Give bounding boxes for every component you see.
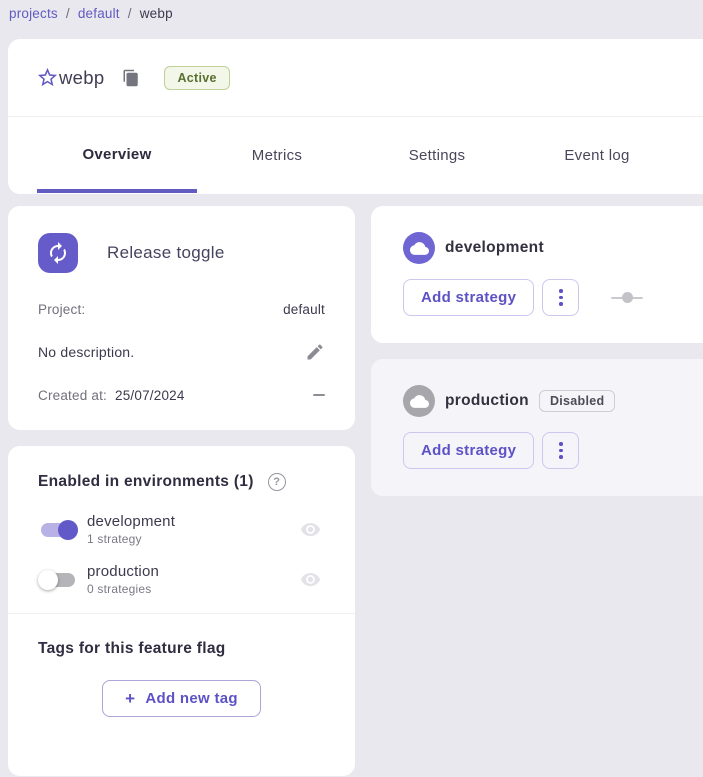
- environment-labels: production 0 strategies: [87, 563, 159, 596]
- release-toggle-icon: [38, 233, 78, 273]
- kebab-menu-icon: [559, 442, 563, 459]
- environment-strategy-count: 0 strategies: [87, 582, 159, 596]
- environment-name: development: [87, 513, 175, 530]
- created-value: 25/07/2024: [115, 388, 185, 403]
- help-icon[interactable]: [268, 473, 286, 491]
- environment-panel-name: production: [445, 392, 529, 410]
- created-row: Created at: 25/07/2024: [38, 385, 325, 405]
- panel-actions: Add strategy: [403, 279, 699, 316]
- production-toggle[interactable]: [38, 570, 78, 590]
- visibility-eye-icon: [300, 569, 321, 590]
- tab-overview[interactable]: Overview: [37, 117, 197, 193]
- environment-row-development: development 1 strategy: [38, 513, 325, 546]
- panel-header: production Disabled: [403, 385, 699, 417]
- disabled-chip: Disabled: [539, 390, 616, 412]
- description-row: No description.: [38, 342, 325, 362]
- breadcrumb-separator: /: [66, 6, 70, 21]
- pencil-icon: [305, 342, 325, 362]
- panel-header: development: [403, 232, 699, 264]
- feature-header-card: webp Active Overview Metrics Settings Ev…: [8, 39, 703, 194]
- breadcrumb: projects / default / webp: [0, 0, 703, 39]
- created-group: Created at: 25/07/2024: [38, 388, 185, 403]
- tags-title: Tags for this feature flag: [38, 640, 226, 657]
- strategy-placeholder-icon: [611, 292, 643, 304]
- environment-strategy-count: 1 strategy: [87, 532, 175, 546]
- breadcrumb-default[interactable]: default: [78, 6, 120, 21]
- copy-name-button[interactable]: [120, 67, 142, 89]
- development-toggle[interactable]: [38, 520, 78, 540]
- panel-actions: Add strategy: [403, 432, 699, 469]
- environment-name: production: [87, 563, 159, 580]
- tags-section: Tags for this feature flag + Add new tag: [8, 614, 355, 744]
- flag-type-header: Release toggle: [38, 233, 325, 273]
- favorite-button[interactable]: [35, 66, 59, 90]
- kebab-menu-icon: [559, 289, 563, 306]
- flag-details-card: Release toggle Project: default No descr…: [8, 206, 355, 430]
- add-strategy-button[interactable]: Add strategy: [403, 279, 534, 316]
- minus-icon: [313, 394, 325, 396]
- project-row: Project: default: [38, 299, 325, 319]
- environments-heading-row: Enabled in environments (1): [38, 473, 325, 491]
- feature-title-row: webp Active: [8, 39, 703, 116]
- add-strategy-button[interactable]: Add strategy: [403, 432, 534, 469]
- environment-menu-button[interactable]: [542, 279, 579, 316]
- environments-card: Enabled in environments (1) development …: [8, 446, 355, 776]
- toggle-thumb: [58, 520, 78, 540]
- environment-menu-button[interactable]: [542, 432, 579, 469]
- status-badge: Active: [164, 66, 229, 90]
- development-environment-panel: development Add strategy: [371, 206, 703, 343]
- tab-settings[interactable]: Settings: [357, 117, 517, 193]
- breadcrumb-separator: /: [128, 6, 132, 21]
- project-label: Project:: [38, 302, 85, 317]
- environment-panel-name: development: [445, 239, 544, 257]
- right-column: development Add strategy: [371, 206, 703, 496]
- left-column: Release toggle Project: default No descr…: [8, 206, 355, 776]
- add-tag-wrap: + Add new tag: [38, 680, 325, 717]
- visibility-eye-icon: [300, 519, 321, 540]
- page-title: webp: [59, 67, 104, 89]
- created-label: Created at:: [38, 388, 107, 403]
- cloud-environment-icon: [403, 232, 435, 264]
- tab-event-log[interactable]: Event log: [517, 117, 677, 193]
- project-value: default: [283, 302, 325, 317]
- environment-row-production: production 0 strategies: [38, 563, 325, 596]
- edit-description-button[interactable]: [305, 342, 325, 362]
- breadcrumb-current: webp: [140, 6, 173, 21]
- cloud-environment-icon: [403, 385, 435, 417]
- add-new-tag-label: Add new tag: [145, 690, 237, 707]
- star-icon: [36, 66, 59, 89]
- production-environment-panel: production Disabled Add strategy: [371, 359, 703, 496]
- description-text: No description.: [38, 344, 134, 360]
- breadcrumb-projects[interactable]: projects: [9, 6, 58, 21]
- copy-icon: [122, 69, 140, 87]
- plus-icon: +: [125, 690, 135, 707]
- tab-metrics[interactable]: Metrics: [197, 117, 357, 193]
- environments-section: Enabled in environments (1) development …: [8, 446, 355, 596]
- environments-title: Enabled in environments (1): [38, 473, 254, 491]
- flag-type-label: Release toggle: [107, 243, 225, 263]
- toggle-thumb: [38, 570, 58, 590]
- tab-bar: Overview Metrics Settings Event log: [8, 117, 703, 193]
- add-new-tag-button[interactable]: + Add new tag: [102, 680, 261, 717]
- environment-labels: development 1 strategy: [87, 513, 175, 546]
- main-content: Release toggle Project: default No descr…: [0, 194, 703, 776]
